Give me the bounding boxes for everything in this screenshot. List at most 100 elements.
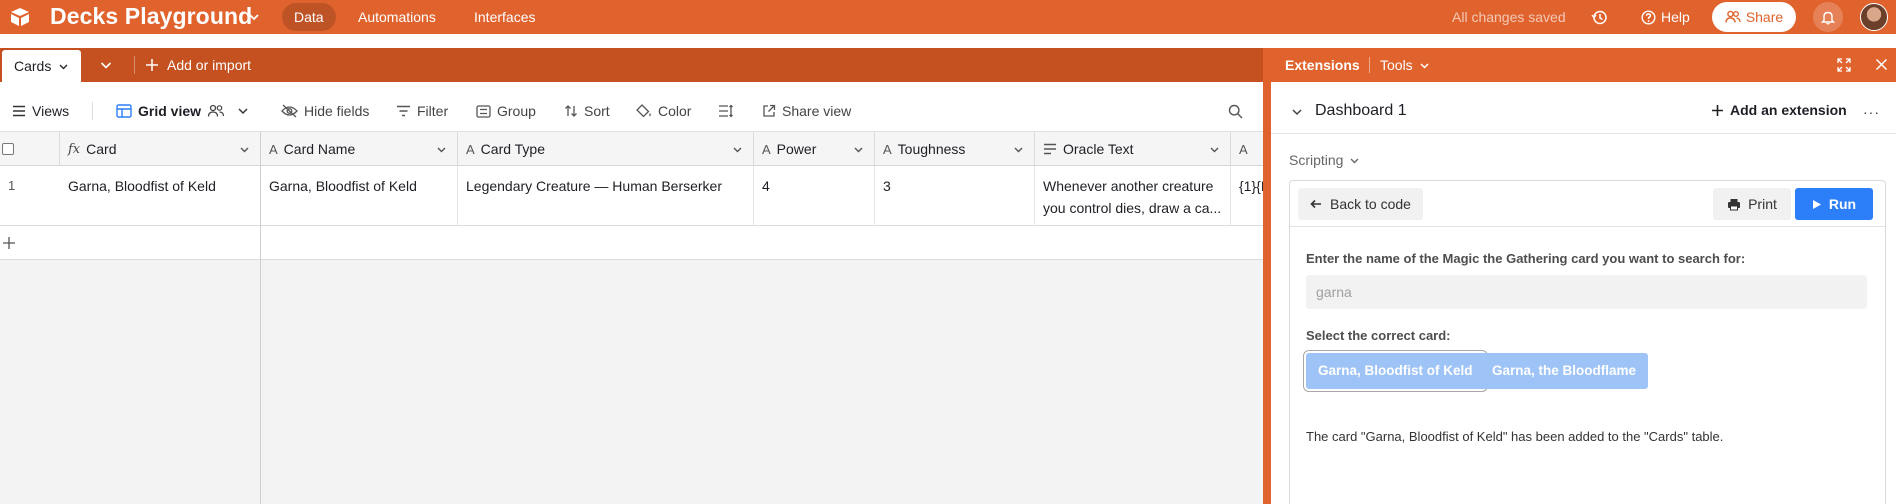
column-header-partial[interactable]: A (1231, 132, 1263, 166)
help-label: Help (1661, 9, 1690, 25)
cell-card-name[interactable]: Garna, Bloodfist of Keld (261, 166, 458, 226)
nav-data[interactable]: Data (282, 3, 336, 31)
chevron-down-icon[interactable] (1209, 144, 1220, 155)
base-title[interactable]: Decks Playground (50, 3, 252, 30)
frozen-column-divider[interactable] (260, 132, 261, 504)
column-header-label: Card (86, 141, 117, 157)
group-button[interactable]: Group (476, 90, 536, 132)
filter-icon (397, 105, 410, 117)
hide-fields-button[interactable]: Hide fields (281, 90, 369, 132)
cell-power[interactable]: 4 (754, 166, 875, 226)
chevron-down-icon[interactable] (853, 144, 864, 155)
extensions-title[interactable]: Extensions (1285, 57, 1360, 73)
tools-menu[interactable]: Tools (1380, 57, 1430, 73)
notifications-button[interactable] (1813, 2, 1843, 32)
add-extension-button[interactable]: Add an extension (1711, 102, 1847, 118)
base-logo-icon[interactable] (10, 7, 30, 27)
share-button[interactable]: Share (1712, 2, 1796, 32)
play-icon (1812, 199, 1821, 209)
cell-toughness[interactable]: 3 (875, 166, 1035, 226)
search-icon (1228, 104, 1243, 118)
chevron-down-icon[interactable] (58, 61, 69, 72)
chevron-down-icon[interactable] (239, 144, 250, 155)
cell-oracle-text[interactable]: Whenever another creature you control di… (1035, 166, 1231, 226)
share-view-label: Share view (782, 103, 852, 119)
grid-view-button[interactable]: Grid view (116, 90, 249, 132)
card-option-button[interactable]: Garna, Bloodfist of Keld (1306, 353, 1485, 389)
column-header-label: Power (776, 141, 817, 157)
help-button[interactable]: Help (1641, 9, 1690, 25)
chevron-down-icon[interactable] (1291, 106, 1303, 118)
plus-icon[interactable] (2, 236, 16, 250)
add-extension-label: Add an extension (1730, 102, 1847, 118)
sort-label: Sort (584, 103, 610, 119)
panel-resize-handle[interactable] (1263, 48, 1271, 504)
data-grid: fx Card A Card Name A Card Type A Power … (0, 132, 1263, 504)
add-or-import-button[interactable]: Add or import (145, 57, 251, 73)
share-label: Share (1745, 9, 1784, 25)
row-height-icon (719, 104, 733, 118)
tab-cards[interactable]: Cards (2, 50, 82, 82)
chevron-down-icon[interactable] (732, 144, 743, 155)
chevron-down-icon[interactable] (237, 105, 249, 117)
print-label: Print (1748, 196, 1777, 212)
column-header-power[interactable]: A Power (754, 132, 875, 166)
tools-label: Tools (1380, 57, 1413, 73)
row-height-button[interactable] (718, 90, 734, 132)
cell-card-type[interactable]: Legendary Creature — Human Berserker (458, 166, 754, 226)
scripting-menu[interactable]: Scripting (1289, 152, 1360, 168)
expand-icon[interactable] (1837, 58, 1851, 72)
chevron-down-icon[interactable] (247, 10, 261, 24)
print-button[interactable]: Print (1713, 188, 1791, 220)
chevron-down-icon (1420, 62, 1429, 69)
color-label: Color (658, 103, 692, 119)
users-icon (1725, 10, 1741, 23)
text-field-icon: A (269, 141, 278, 157)
color-button[interactable]: Color (636, 90, 691, 132)
history-icon[interactable] (1591, 9, 1608, 26)
nav-interfaces[interactable]: Interfaces (462, 3, 547, 31)
plus-icon (1712, 104, 1723, 116)
avatar[interactable] (1860, 3, 1888, 31)
menu-icon (13, 105, 25, 117)
row-number: 1 (8, 178, 16, 193)
back-to-code-button[interactable]: Back to code (1298, 188, 1423, 220)
nav-automations[interactable]: Automations (346, 3, 448, 31)
filter-button[interactable]: Filter (396, 90, 448, 132)
share-view-button[interactable]: Share view (762, 90, 851, 132)
chevron-down-icon[interactable] (98, 57, 114, 73)
add-row[interactable] (0, 226, 1263, 260)
more-options-icon[interactable]: ··· (1863, 104, 1880, 120)
cell-card[interactable]: Garna, Bloodfist of Keld (60, 166, 261, 226)
sort-button[interactable]: Sort (564, 90, 610, 132)
chevron-down-icon (1350, 158, 1359, 163)
views-button[interactable]: Views (12, 90, 69, 132)
card-search-input[interactable]: garna (1306, 275, 1867, 309)
chevron-down-icon[interactable] (1013, 144, 1024, 155)
select-all-checkbox[interactable] (2, 143, 14, 155)
sort-icon (565, 105, 577, 117)
grid-header: fx Card A Card Name A Card Type A Power … (0, 132, 1263, 166)
cell-partial[interactable]: {1}{B (1231, 166, 1263, 226)
run-button[interactable]: Run (1795, 188, 1873, 220)
long-text-icon (1044, 143, 1056, 155)
grid-icon (116, 104, 132, 118)
chevron-down-icon[interactable] (436, 144, 447, 155)
search-button[interactable] (1228, 90, 1243, 132)
column-header-card[interactable]: fx Card (60, 132, 261, 166)
text-field-icon: A (883, 141, 892, 157)
close-icon[interactable] (1875, 58, 1888, 71)
collaborators-icon (207, 104, 225, 117)
card-option-button[interactable]: Garna, the Bloodflame (1480, 353, 1649, 389)
paint-bucket-icon (636, 103, 651, 117)
dashboard-title[interactable]: Dashboard 1 (1315, 102, 1407, 120)
arrow-left-icon (1310, 199, 1321, 209)
eye-off-icon (281, 104, 298, 118)
column-header-card-type[interactable]: A Card Type (458, 132, 754, 166)
column-header-card-name[interactable]: A Card Name (261, 132, 458, 166)
column-header-oracle-text[interactable]: Oracle Text (1035, 132, 1231, 166)
table-row[interactable]: 1 Garna, Bloodfist of Keld Garna, Bloodf… (0, 166, 1263, 226)
column-header-toughness[interactable]: A Toughness (875, 132, 1035, 166)
scripting-label: Scripting (1289, 152, 1344, 168)
script-toolbar: Back to code Print Run (1290, 181, 1885, 227)
